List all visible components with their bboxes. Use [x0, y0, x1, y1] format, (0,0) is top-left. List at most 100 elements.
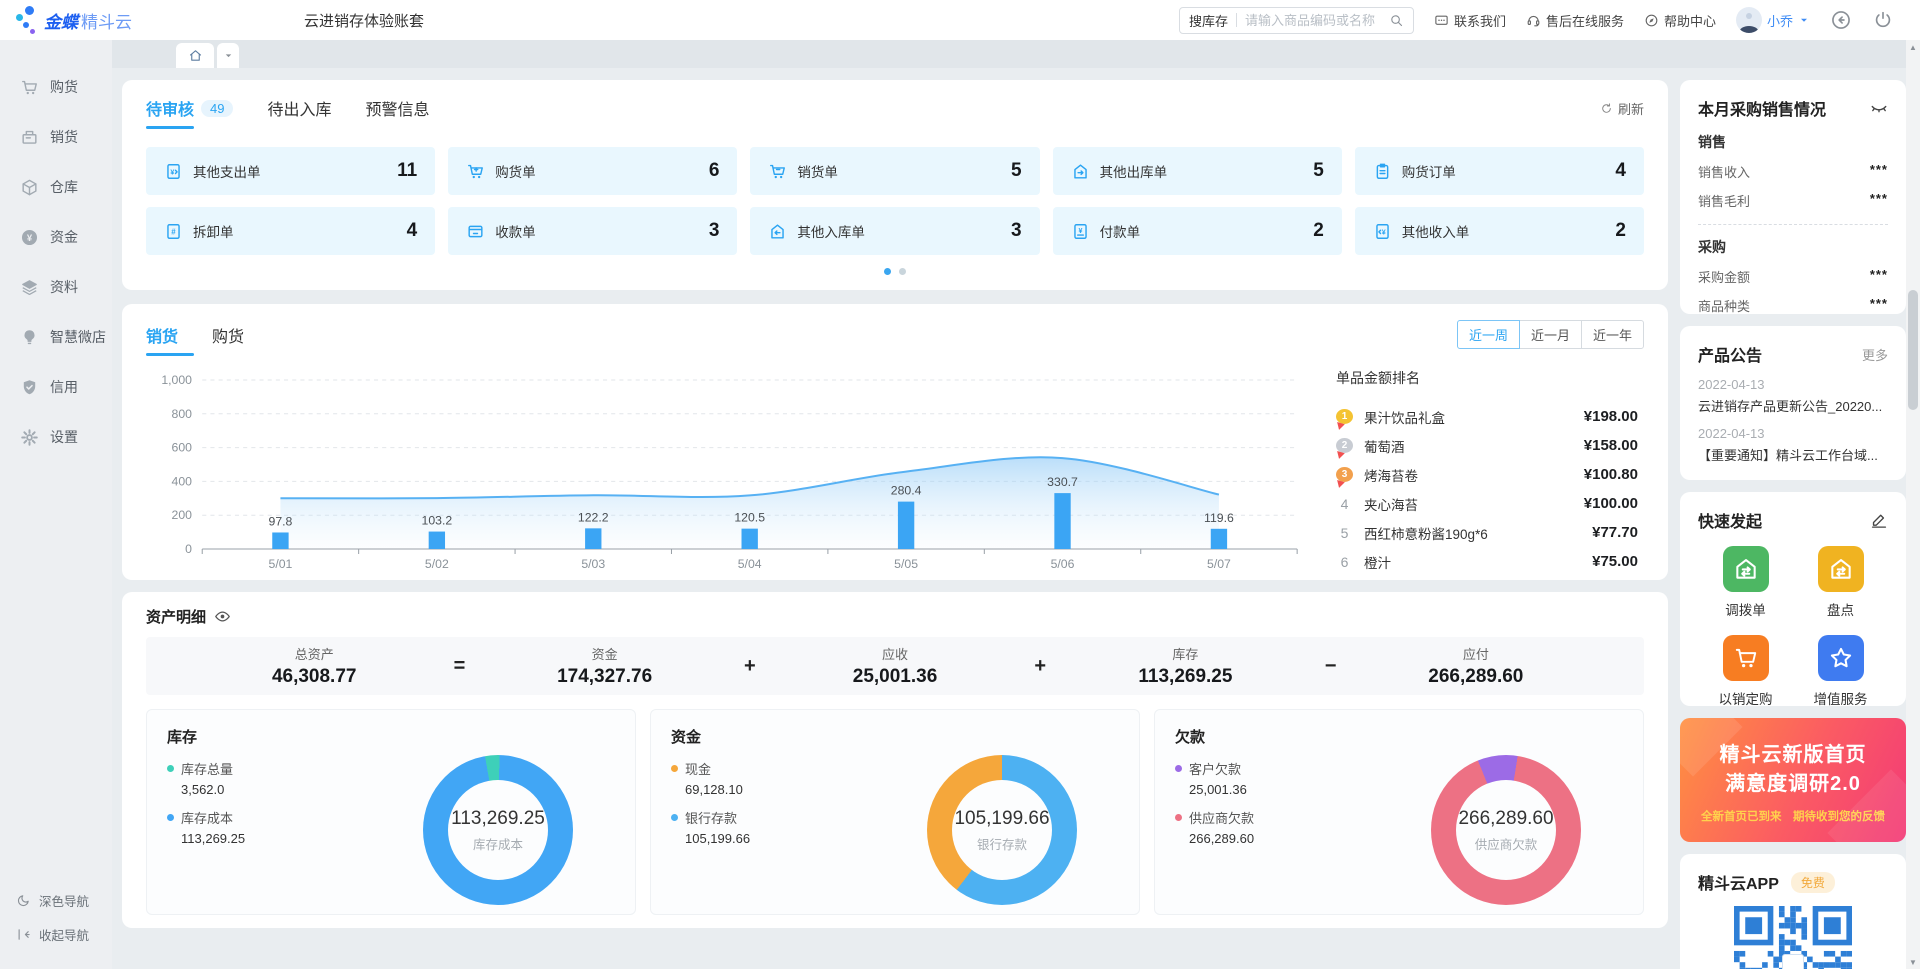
contact-us-link[interactable]: 联系我们: [1434, 11, 1506, 30]
ranking-item-name: 橙汁: [1364, 552, 1581, 572]
legend-value: 105,199.66: [685, 831, 927, 846]
sidebar-item-label: 信用: [50, 377, 78, 397]
svg-text:¥: ¥: [27, 233, 33, 244]
doc-card-count: 5: [1313, 160, 1324, 182]
sidebar-item-settings[interactable]: 设置: [0, 412, 112, 462]
ranking-item-amount: ¥198.00: [1584, 408, 1638, 425]
svg-text:0: 0: [185, 542, 192, 556]
page-scrollbar[interactable]: ▲ ▼: [1906, 40, 1920, 969]
funds-donut-chart[interactable]: 105,199.66银行存款: [927, 755, 1077, 905]
rank-number: 4: [1336, 496, 1353, 512]
svg-text:280.4: 280.4: [891, 484, 922, 498]
more-link[interactable]: 更多: [1862, 345, 1888, 364]
collapse-icon: [16, 927, 31, 942]
edit-pencil-icon[interactable]: [1870, 511, 1888, 529]
house-swap-icon: [1733, 556, 1759, 582]
refresh-button[interactable]: 刷新: [1600, 99, 1644, 127]
doc-card-payment[interactable]: ¥付款单2: [1053, 207, 1342, 255]
sidebar-item-warehouse[interactable]: 仓库: [0, 162, 112, 212]
doc-card-count: 3: [709, 220, 720, 242]
svg-text:119.6: 119.6: [1204, 511, 1234, 525]
rank-number: 6: [1336, 554, 1353, 570]
ranking-row[interactable]: 4夹心海苔¥100.00: [1336, 489, 1638, 518]
legend-value: 25,001.36: [1189, 782, 1431, 797]
scroll-down-arrow[interactable]: ▼: [1906, 955, 1920, 969]
collapse-nav-toggle[interactable]: 收起导航: [0, 917, 112, 951]
sidebar-item-data[interactable]: 资料: [0, 262, 112, 312]
doc-card-other-outbound[interactable]: 其他出库单5: [1053, 147, 1342, 195]
tab-pending-stock-io[interactable]: 待出入库: [267, 96, 331, 129]
home-tab[interactable]: [176, 43, 214, 68]
refresh-icon: [1600, 102, 1613, 115]
minus-operator: −: [1314, 655, 1348, 678]
scroll-thumb[interactable]: [1908, 290, 1918, 410]
sales-trend-chart[interactable]: 02004006008001,00097.85/01103.25/02122.2…: [146, 362, 1336, 577]
after-sales-link[interactable]: 售后在线服务: [1526, 11, 1624, 30]
range-month-button[interactable]: 近一月: [1519, 320, 1582, 349]
tab-pending-approval[interactable]: 待审核 49: [146, 96, 233, 129]
sidebar-item-credit[interactable]: 信用: [0, 362, 112, 412]
ranking-row[interactable]: 3烤海苔卷¥100.80: [1336, 460, 1638, 489]
survey-banner[interactable]: 精斗云新版首页 满意度调研2.0 全新首页已到来 期待收到您的反馈: [1680, 718, 1906, 842]
search-input[interactable]: [1245, 13, 1389, 28]
brand-logo[interactable]: 金蝶 精斗云: [14, 5, 214, 35]
doc-card-other-income[interactable]: ¥其他收入单2: [1355, 207, 1644, 255]
tag-out-icon: [1071, 162, 1090, 181]
scroll-up-arrow[interactable]: ▲: [1906, 40, 1920, 54]
announcement-link[interactable]: 【重要通知】精斗云工作台域...: [1698, 445, 1888, 464]
doc-card-other-expense[interactable]: ¥其他支出单11: [146, 147, 435, 195]
debt-donut-chart[interactable]: 266,289.60供应商欠款: [1431, 755, 1581, 905]
carousel-dot-2[interactable]: [899, 268, 906, 275]
doc-card-disassembly[interactable]: #拆卸单4: [146, 207, 435, 255]
ranking-row[interactable]: 2葡萄酒¥158.00: [1336, 431, 1638, 460]
sidebar-item-sales[interactable]: 销货: [0, 112, 112, 162]
range-week-button[interactable]: 近一周: [1457, 320, 1520, 349]
user-menu[interactable]: 小乔: [1736, 7, 1810, 33]
ranking-item-amount: ¥75.00: [1592, 553, 1638, 570]
svg-text:¥: ¥: [170, 168, 174, 176]
sidebar-item-smart-store[interactable]: 智慧微店: [0, 312, 112, 362]
sidebar-item-funds[interactable]: ¥资金: [0, 212, 112, 262]
doc-card-receipt[interactable]: 收款单3: [448, 207, 737, 255]
quick-action-buy-to-sell[interactable]: 以销定购: [1698, 635, 1793, 708]
pending-count-badge: 49: [201, 100, 233, 117]
carousel-dot-1[interactable]: [884, 268, 891, 275]
tab-purchase[interactable]: 购货: [212, 323, 244, 356]
tab-sales[interactable]: 销货: [146, 323, 178, 356]
doc-card-sales-order[interactable]: 销货单5: [750, 147, 1039, 195]
svg-text:5/06: 5/06: [1051, 557, 1075, 571]
logout-button[interactable]: [1872, 9, 1894, 31]
inventory-search[interactable]: 搜库存: [1179, 7, 1414, 34]
legend-dot: [167, 814, 174, 821]
dark-nav-toggle[interactable]: 深色导航: [0, 883, 112, 917]
sidebar-item-purchase[interactable]: 购货: [0, 62, 112, 112]
doc-card-purchase-order[interactable]: 购货单6: [448, 147, 737, 195]
doc-card-label: 销货单: [797, 161, 838, 181]
announcement-link[interactable]: 云进销存产品更新公告_20220...: [1698, 396, 1888, 415]
tab-alerts[interactable]: 预警信息: [366, 96, 430, 129]
app-qr-code: [1698, 906, 1888, 969]
search-icon[interactable]: [1389, 13, 1404, 28]
quick-action-transfer[interactable]: 调拨单: [1698, 546, 1793, 619]
quick-action-stocktake[interactable]: 盘点: [1793, 546, 1888, 619]
switch-back-button[interactable]: [1830, 9, 1852, 31]
search-scope-label[interactable]: 搜库存: [1189, 11, 1228, 30]
app-card-title: 精斗云APP: [1698, 870, 1779, 894]
svg-text:#: #: [171, 227, 176, 236]
sales-trend-card: 销货 购货 近一周 近一月 近一年 02004006008001,00097.8…: [122, 304, 1668, 580]
eye-closed-icon[interactable]: [1870, 99, 1888, 117]
doc-card-purchase-request[interactable]: 购货订单4: [1355, 147, 1644, 195]
ranking-row[interactable]: 5西红柿意粉酱190g*6¥77.70: [1336, 518, 1638, 547]
range-year-button[interactable]: 近一年: [1581, 320, 1644, 349]
quick-action-value-added[interactable]: 增值服务: [1793, 635, 1888, 708]
tab-list-dropdown[interactable]: [217, 43, 239, 68]
svg-text:¥: ¥: [1382, 228, 1386, 236]
inventory-donut-chart[interactable]: 113,269.25库存成本: [423, 755, 573, 905]
eye-icon[interactable]: [214, 608, 231, 625]
sidebar-nav: 购货 销货 仓库 ¥资金 资料 智慧微店 信用 设置 深色导航 收起导航: [0, 40, 112, 969]
ranking-row[interactable]: 1果汁饮品礼盒¥198.00: [1336, 402, 1638, 431]
avatar[interactable]: [1736, 7, 1762, 33]
doc-card-other-inbound[interactable]: 其他入库单3: [750, 207, 1039, 255]
ranking-row[interactable]: 6 橙汁 ¥75.00: [1336, 547, 1638, 576]
help-center-link[interactable]: 帮助中心: [1644, 11, 1716, 30]
